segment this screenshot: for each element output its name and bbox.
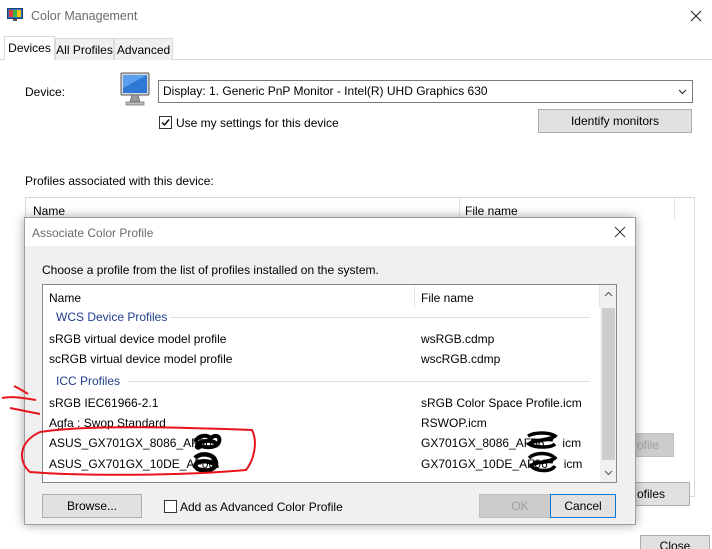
column-file-name[interactable]: File name: [465, 204, 518, 218]
tab-advanced[interactable]: Advanced: [114, 38, 173, 60]
list-item-file: RSWOP.icm: [421, 416, 487, 430]
group-wcs-device-profiles[interactable]: WCS Device Profiles: [56, 310, 167, 324]
close-icon[interactable]: [613, 225, 627, 239]
redaction-mark: [526, 431, 558, 449]
column-file-name[interactable]: File name: [415, 285, 600, 308]
tab-all-profiles[interactable]: All Profiles: [55, 38, 114, 60]
color-management-icon: [7, 8, 23, 21]
use-settings-label: Use my settings for this device: [176, 116, 339, 130]
identify-monitors-button[interactable]: Identify monitors: [538, 109, 692, 133]
annotation-overlay: [1, 385, 256, 476]
device-dropdown-value: Display: 1. Generic PnP Monitor - Intel(…: [163, 84, 488, 98]
device-dropdown[interactable]: Display: 1. Generic PnP Monitor - Intel(…: [158, 80, 693, 103]
column-name[interactable]: Name: [43, 285, 415, 308]
use-settings-checkbox[interactable]: [159, 116, 172, 129]
scrollbar-thumb[interactable]: [602, 308, 615, 460]
column-name[interactable]: Name: [33, 204, 65, 218]
column-divider: [674, 198, 675, 220]
group-divider: [170, 317, 590, 318]
vertical-scrollbar[interactable]: [600, 285, 616, 482]
checkmark-icon: [161, 119, 170, 127]
device-label: Device:: [25, 85, 66, 99]
file-ext-text: icm: [562, 436, 582, 450]
monitor-icon: [120, 72, 150, 106]
advanced-profile-checkbox[interactable]: [164, 500, 177, 513]
scroll-up-icon[interactable]: [604, 290, 613, 299]
list-item-file: wsRGB.cdmp: [421, 332, 495, 346]
close-icon[interactable]: [686, 6, 706, 26]
tab-strip: Devices All Profiles Advanced: [0, 36, 712, 60]
file-ext-text: icm: [563, 457, 583, 471]
list-item[interactable]: scRGB virtual device model profile: [49, 352, 232, 366]
dialog-title: Associate Color Profile: [32, 226, 154, 240]
advanced-profile-label: Add as Advanced Color Profile: [180, 500, 343, 514]
profiles-label: Profiles associated with this device:: [25, 174, 214, 188]
tab-devices[interactable]: Devices: [4, 36, 55, 60]
ok-button[interactable]: OK: [479, 494, 561, 518]
list-item-file: wscRGB.cdmp: [421, 352, 501, 366]
dialog-instruction: Choose a profile from the list of profil…: [42, 263, 379, 277]
list-item-file: sRGB Color Space Profile.icm: [421, 396, 582, 410]
close-button[interactable]: Close: [640, 535, 710, 549]
chevron-down-icon: [678, 89, 687, 95]
browse-button[interactable]: Browse...: [42, 494, 142, 518]
scroll-down-icon[interactable]: [604, 468, 613, 477]
cancel-button[interactable]: Cancel: [550, 494, 616, 518]
redaction-mark: [527, 451, 558, 473]
window-title: Color Management: [31, 9, 138, 23]
list-item[interactable]: sRGB virtual device model profile: [49, 332, 226, 346]
